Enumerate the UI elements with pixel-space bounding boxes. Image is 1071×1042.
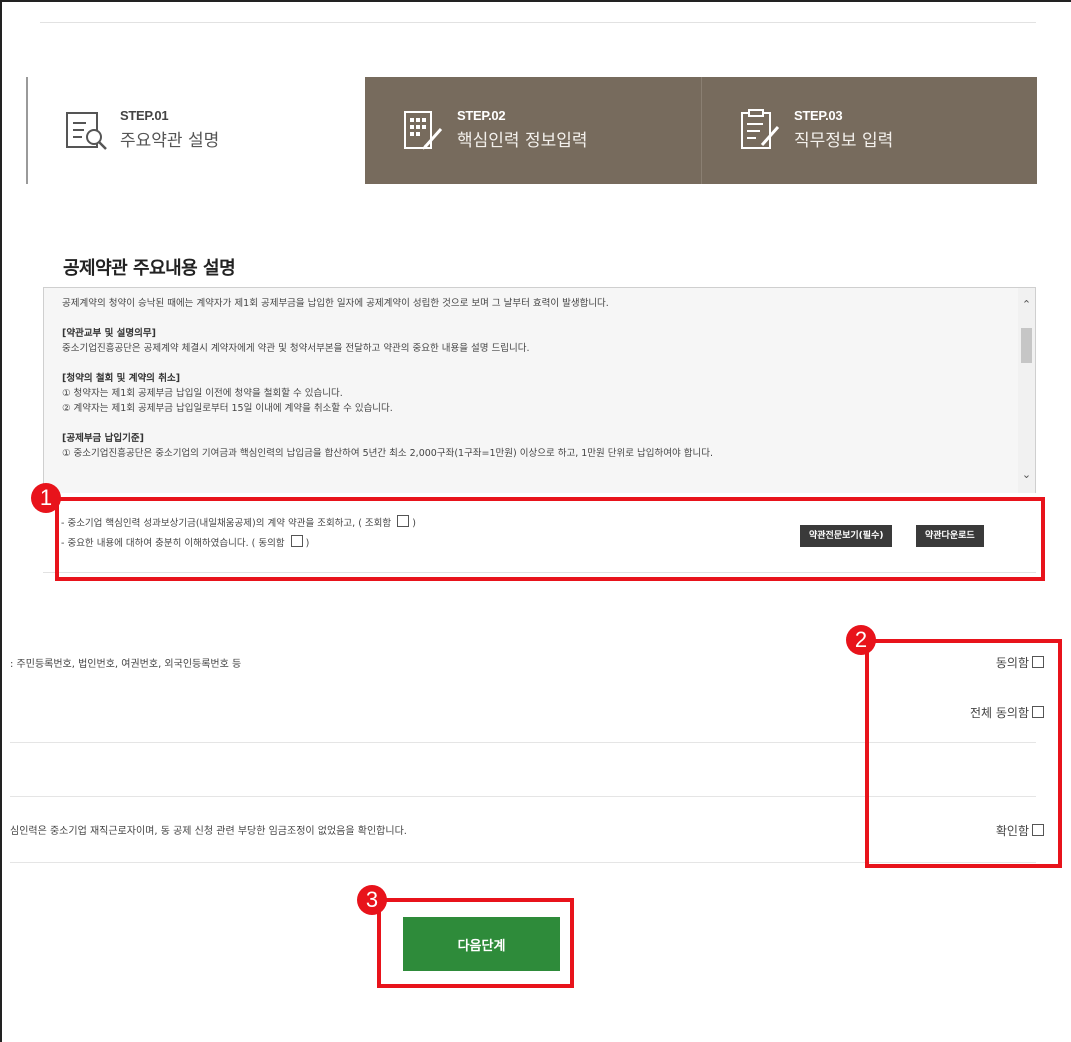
step-indicator: STEP.01 주요약관 설명 STEP.02 핵심인력 정보입력 STEP.0… <box>26 77 1037 184</box>
scrollbar-thumb[interactable] <box>1021 328 1032 363</box>
building-edit-icon <box>404 111 443 150</box>
terms-section-2: [청약의 철회 및 계약의 취소] ① 청약자는 제1회 공제부금 납입일 이전… <box>62 371 1002 416</box>
annotation-number-2: 2 <box>846 625 876 655</box>
step-2-label: 핵심인력 정보입력 <box>457 131 588 151</box>
terms-content: 공제계약의 청약이 승낙된 때에는 계약자가 제1회 공제부금을 납입한 일자에… <box>62 296 1002 476</box>
terms-section-2-title: [청약의 철회 및 계약의 취소] <box>62 373 181 384</box>
terms-section-3-line-1: ① 중소기업진흥공단은 중소기업의 기여금과 핵심인력의 납입금을 합산하여 5… <box>62 448 713 459</box>
frame-top-border <box>0 0 1071 2</box>
step-3-number: STEP.03 <box>794 108 843 123</box>
terms-section-1: [약관교부 및 설명의무] 중소기업진흥공단은 공제계약 체결시 계약자에게 약… <box>62 326 1002 356</box>
terms-scrollbar[interactable]: ⌃ ⌄ <box>1018 288 1035 493</box>
confirm-text: 심인력은 중소기업 재직근로자이며, 동 공제 신청 관련 부당한 임금조정이 … <box>10 826 407 837</box>
top-divider <box>40 22 1036 23</box>
terms-section-1-title: [약관교부 및 설명의무] <box>62 328 156 339</box>
terms-section-2-line-2: ② 계약자는 제1회 공제부금 납입일로부터 15일 이내에 계약을 취소할 수… <box>62 403 393 414</box>
step-2-number: STEP.02 <box>457 108 506 123</box>
terms-section-3: [공제부금 납입기준] ① 중소기업진흥공단은 중소기업의 기여금과 핵심인력의… <box>62 431 1002 461</box>
annotation-box-3 <box>377 898 574 988</box>
step-1-label: 주요약관 설명 <box>120 131 220 151</box>
document-search-icon <box>66 112 107 150</box>
terms-scroll-box[interactable]: 공제계약의 청약이 승낙된 때에는 계약자가 제1회 공제부금을 납입한 일자에… <box>43 287 1036 493</box>
step-1-number: STEP.01 <box>120 108 169 123</box>
annotation-box-2 <box>865 639 1062 868</box>
step-2: STEP.02 핵심인력 정보입력 <box>365 77 701 184</box>
id-number-text: : 주민등록번호, 법인번호, 여권번호, 외국인등록번호 등 <box>10 659 242 670</box>
terms-section-3-title: [공제부금 납입기준] <box>62 433 144 444</box>
section-title: 공제약관 주요내용 설명 <box>63 258 236 279</box>
terms-intro: 공제계약의 청약이 승낙된 때에는 계약자가 제1회 공제부금을 납입한 일자에… <box>62 298 609 309</box>
clipboard-edit-icon <box>741 109 780 149</box>
annotation-box-1 <box>55 497 1045 581</box>
terms-section-2-line-1: ① 청약자는 제1회 공제부금 납입일 이전에 청약을 철회할 수 있습니다. <box>62 388 343 399</box>
frame-left-border <box>0 0 2 1042</box>
scroll-down-arrow-icon[interactable]: ⌄ <box>1018 466 1035 483</box>
step-3-label: 직무정보 입력 <box>794 131 894 151</box>
terms-section-1-text: 중소기업진흥공단은 공제계약 체결시 계약자에게 약관 및 청약서부본을 전달하… <box>62 343 530 354</box>
annotation-number-1: 1 <box>31 483 61 513</box>
step-3: STEP.03 직무정보 입력 <box>701 77 1037 184</box>
scroll-up-arrow-icon[interactable]: ⌃ <box>1018 296 1035 313</box>
step-1: STEP.01 주요약관 설명 <box>26 77 365 184</box>
annotation-number-3: 3 <box>357 885 387 915</box>
